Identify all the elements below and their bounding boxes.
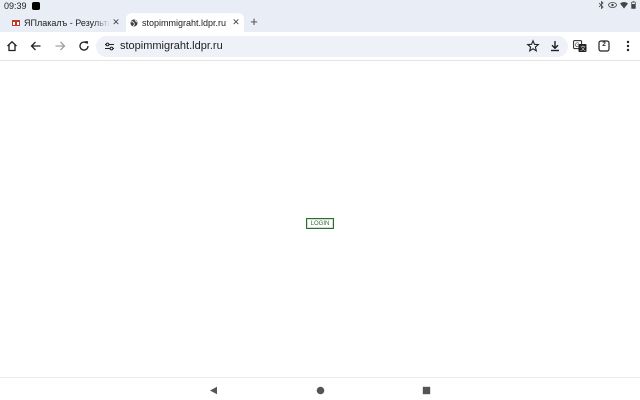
- tab-count: 2: [602, 41, 606, 48]
- bookmark-star-icon[interactable]: [526, 39, 540, 53]
- tab-switcher-button[interactable]: 2: [596, 38, 612, 54]
- yaplakal-favicon-icon: [12, 19, 20, 26]
- address-bar[interactable]: stopimmigraht.ldpr.ru: [96, 36, 568, 57]
- home-button[interactable]: [4, 38, 20, 54]
- login-button[interactable]: LOGIN: [306, 218, 334, 229]
- system-back-button[interactable]: [206, 383, 220, 397]
- reload-button[interactable]: [76, 38, 92, 54]
- status-bar: 09:39: [0, 0, 640, 12]
- forward-icon: [55, 41, 66, 51]
- svg-text:文: 文: [580, 44, 586, 52]
- home-circle-icon: [316, 386, 324, 394]
- status-time: 09:39: [4, 1, 27, 11]
- menu-button[interactable]: [620, 38, 636, 54]
- recents-square-icon: [422, 386, 430, 394]
- tab-stopimmigraht[interactable]: stopimmigraht.ldpr.ru ✕: [126, 13, 244, 32]
- back-icon: [30, 41, 41, 51]
- system-home-button[interactable]: [313, 383, 327, 397]
- url-text[interactable]: stopimmigraht.ldpr.ru: [120, 40, 223, 52]
- home-icon: [7, 40, 17, 52]
- page-content: LOGIN: [0, 61, 640, 377]
- reload-icon: [79, 41, 89, 51]
- system-nav-bar: [0, 377, 640, 400]
- system-recents-button[interactable]: [419, 383, 433, 397]
- notification-icon: [32, 2, 40, 10]
- translate-button[interactable]: G文: [572, 38, 588, 54]
- tab-strip: ЯПлакалъ - Результа ✕ stopimmigraht.ldpr…: [0, 12, 640, 32]
- new-tab-button[interactable]: +: [246, 13, 262, 31]
- back-triangle-icon: [209, 386, 217, 394]
- wifi-icon: [620, 2, 628, 9]
- status-icons: [598, 1, 636, 9]
- back-button[interactable]: [28, 38, 44, 54]
- forward-button[interactable]: [52, 38, 68, 54]
- menu-icon: [626, 40, 630, 52]
- globe-icon: [130, 19, 138, 26]
- tab-close-button[interactable]: ✕: [230, 17, 242, 28]
- tab-title: ЯПлакалъ - Результа: [24, 17, 110, 28]
- tab-yaplakal[interactable]: ЯПлакалъ - Результа ✕: [8, 13, 124, 32]
- toolbar: stopimmigraht.ldpr.ru G文 2: [0, 32, 640, 61]
- bluetooth-icon: [598, 1, 604, 9]
- tab-title: stopimmigraht.ldpr.ru: [142, 17, 227, 28]
- tab-close-button[interactable]: ✕: [110, 17, 122, 28]
- eye-icon: [608, 2, 617, 8]
- battery-icon: [631, 1, 636, 9]
- download-icon[interactable]: [548, 39, 562, 53]
- site-settings-icon[interactable]: [104, 41, 115, 52]
- translate-icon: G文: [573, 39, 587, 52]
